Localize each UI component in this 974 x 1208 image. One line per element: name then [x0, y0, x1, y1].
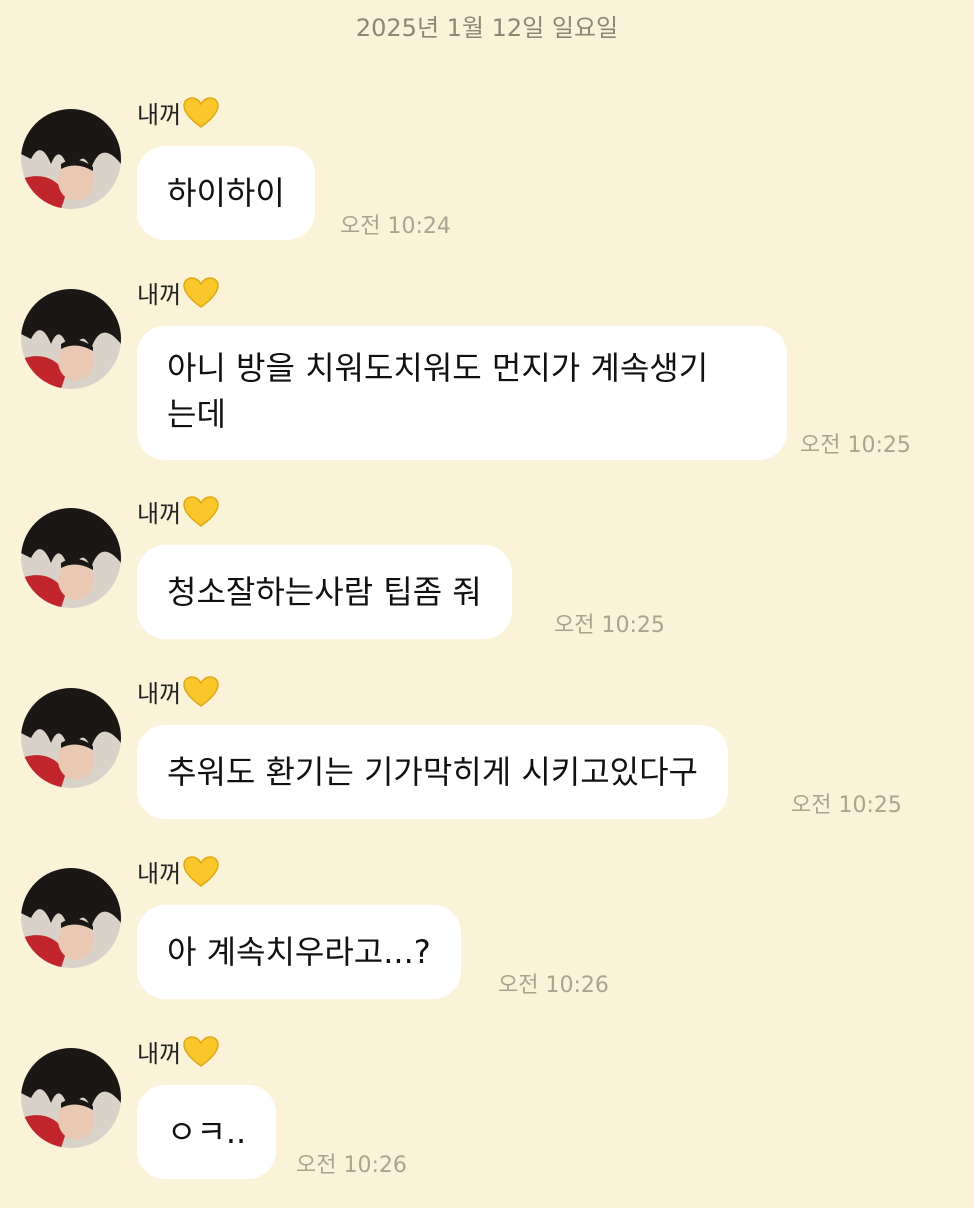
chat-message: 내꺼 하이하이 오전 10:24	[0, 97, 974, 269]
message-bubble[interactable]: 아 계속치우라고...?	[137, 905, 461, 999]
chat-message: 내꺼 추워도 환기는 기가막히게 시키고있다구 오전 10:25	[0, 676, 974, 848]
chat-message: 내꺼 아 계속치우라고...? 오전 10:26	[0, 856, 974, 1028]
message-bubble[interactable]: 청소잘하는사람 팁좀 줘	[137, 545, 512, 639]
sender-name: 내꺼	[137, 494, 219, 540]
message-time: 오전 10:25	[800, 433, 911, 458]
avatar[interactable]	[21, 688, 121, 788]
sender-name: 내꺼	[137, 1034, 219, 1080]
message-time: 오전 10:25	[554, 613, 665, 638]
yellow-heart-icon	[183, 1036, 219, 1080]
yellow-heart-icon	[183, 277, 219, 321]
sender-name: 내꺼	[137, 275, 219, 321]
sender-name: 내꺼	[137, 854, 219, 900]
date-divider: 2025년 1월 12일 일요일	[355, 14, 619, 42]
message-bubble[interactable]: 추워도 환기는 기가막히게 시키고있다구	[137, 725, 728, 819]
message-bubble[interactable]: 하이하이	[137, 146, 315, 240]
message-time: 오전 10:26	[296, 1153, 407, 1178]
yellow-heart-icon	[183, 856, 219, 900]
chat-message: 내꺼 아니 방을 치워도치워도 먼지가 계속생기 는데 오전 10:25	[0, 277, 974, 460]
avatar[interactable]	[21, 1048, 121, 1148]
chat-message: 내꺼 청소잘하는사람 팁좀 줘 오전 10:25	[0, 496, 974, 668]
avatar[interactable]	[21, 868, 121, 968]
message-time: 오전 10:25	[791, 793, 902, 818]
message-bubble[interactable]: 아니 방을 치워도치워도 먼지가 계속생기 는데	[137, 326, 787, 460]
message-text: 아니 방을 치워도치워도 먼지가 계속생기 는데	[167, 349, 709, 433]
sender-name: 내꺼	[137, 95, 219, 141]
yellow-heart-icon	[183, 676, 219, 720]
message-bubble[interactable]: ㅇㅋ..	[137, 1085, 277, 1179]
avatar[interactable]	[21, 109, 121, 209]
yellow-heart-icon	[183, 496, 219, 540]
avatar[interactable]	[21, 289, 121, 389]
chat-message: 내꺼 ㅇㅋ.. 오전 10:26	[0, 1036, 974, 1208]
avatar[interactable]	[21, 508, 121, 608]
message-time: 오전 10:26	[498, 973, 609, 998]
message-time: 오전 10:24	[340, 214, 451, 239]
yellow-heart-icon	[183, 97, 219, 141]
sender-name: 내꺼	[137, 674, 219, 720]
